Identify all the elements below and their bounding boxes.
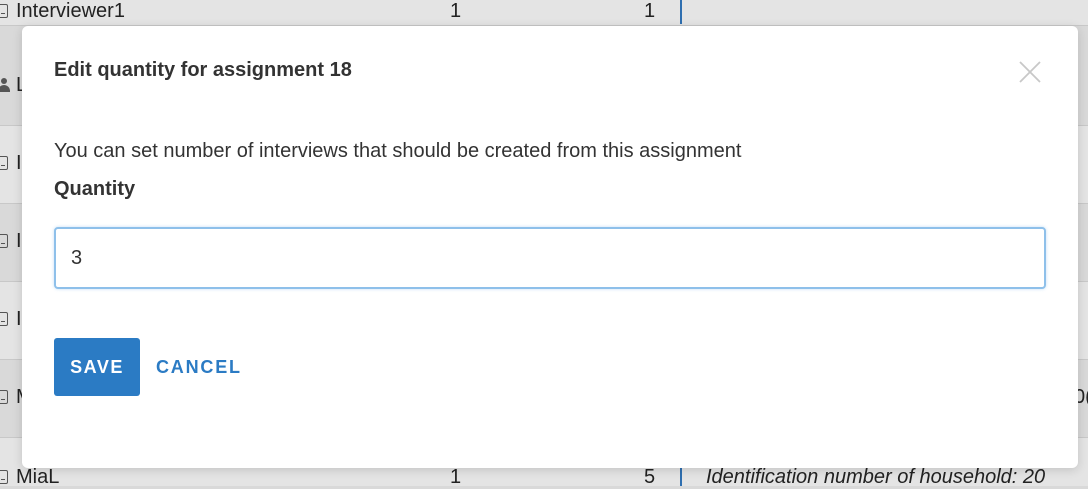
document-icon xyxy=(0,312,8,326)
dialog-description: You can set number of interviews that sh… xyxy=(54,140,742,162)
row-name: Interviewer1 xyxy=(16,0,125,22)
row-initial: I xyxy=(16,152,22,174)
dialog-title: Edit quantity for assignment 18 xyxy=(54,59,352,81)
document-icon xyxy=(0,470,8,484)
document-icon xyxy=(0,156,8,170)
row-initial: I xyxy=(16,308,22,330)
quantity-label: Quantity xyxy=(54,178,136,200)
document-icon xyxy=(0,234,8,248)
row-col1: 1 xyxy=(450,0,462,22)
edit-quantity-dialog: Edit quantity for assignment 18 You can … xyxy=(22,26,1078,468)
row-col2: 1 xyxy=(644,0,656,22)
save-button[interactable]: SAVE xyxy=(54,338,140,396)
document-icon xyxy=(0,390,8,404)
cancel-button[interactable]: CANCEL xyxy=(148,338,250,396)
close-icon[interactable] xyxy=(1018,60,1042,84)
quantity-input[interactable] xyxy=(54,227,1046,289)
column-divider xyxy=(680,0,682,24)
document-icon xyxy=(0,4,8,18)
table-row: Interviewer1 1 1 xyxy=(0,0,1088,26)
column-divider xyxy=(680,466,682,486)
person-icon xyxy=(0,78,10,92)
row-initial: I xyxy=(16,230,22,252)
